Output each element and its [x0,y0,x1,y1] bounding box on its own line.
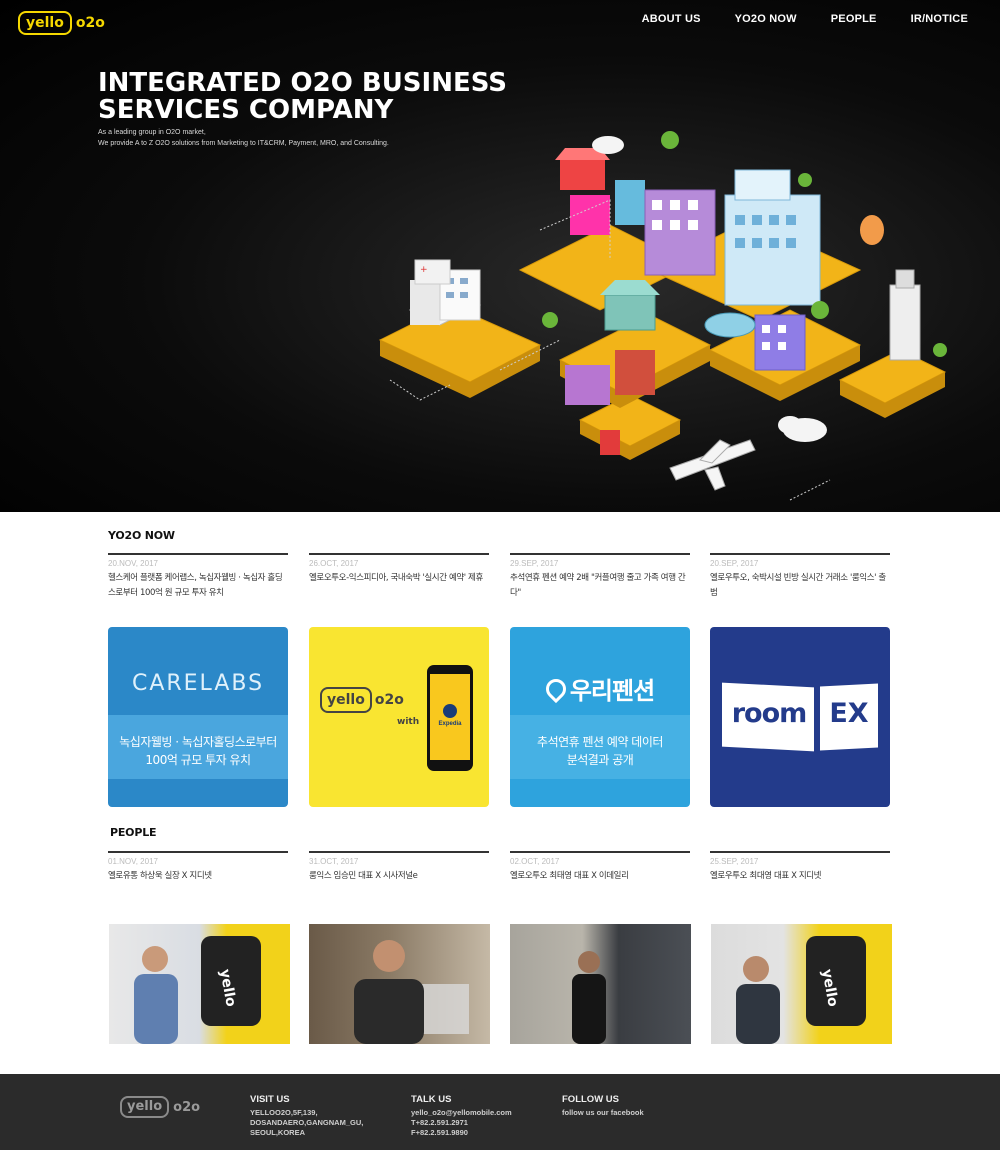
hero-sub-line1: As a leading group in O2O market, [98,129,206,136]
people-item[interactable]: 02.OCT, 2017 옐로오투오 최태영 대표 X 이데일리 [510,851,690,884]
people-photo-2[interactable] [309,924,490,1044]
footer-address-line: SEOUL,KOREA [250,1128,306,1137]
card-logo-suffix: o2o [374,692,404,708]
footer-follow: FOLLOW US follow us our facebook [562,1094,644,1118]
news-card-expedia[interactable]: yello o2o with Expedia [309,627,489,807]
footer-visit: VISIT US YELLOO2O,5F,139, DOSANDAERO,GAN… [250,1094,363,1138]
nav-about-us[interactable]: ABOUT US [642,13,701,25]
people-photo-4[interactable]: yello [711,924,892,1044]
news-date: 20.SEP, 2017 [710,559,759,568]
card-with-text: with [397,717,420,727]
brand-logo[interactable]: yello o2o [18,11,105,35]
footer-facebook-link[interactable]: follow us our facebook [562,1108,644,1118]
people-item[interactable]: 25.SEP, 2017 옐로우투오 최대영 대표 X 지디넷 [710,851,890,884]
hero-section: yello o2o ABOUT US YO2O NOW PEOPLE IR/NO… [0,0,1000,512]
yo2o-now-title: YO2O NOW [108,529,175,542]
roomex-brand-right: EX [829,698,869,729]
phone-mockup: Expedia [427,665,473,771]
people-photo-3[interactable] [510,924,691,1044]
news-headline[interactable]: 옐로오투오-익스피디아, 국내숙박 '실시간 예약' 제휴 [309,571,489,586]
news-headline[interactable]: 추석연휴 펜션 예약 2배 "커플여행 줄고 가족 여행 간다" [510,571,690,601]
people-date: 02.OCT, 2017 [510,857,560,866]
carelabs-caption-line2: 100억 규모 투자 유치 [145,753,251,767]
card-logo-word: yello [320,687,372,713]
hero-title: INTEGRATED O2O BUSINESS SERVICES COMPANY [98,70,507,124]
nav-people[interactable]: PEOPLE [831,13,877,25]
news-rule [108,553,288,555]
expedia-label: Expedia [438,721,462,727]
nav-ir-notice[interactable]: IR/NOTICE [911,13,968,25]
footer-fax: F+82.2.591.9890 [411,1128,468,1137]
photo-person-4: yello [736,936,866,1044]
footer-follow-title: FOLLOW US [562,1094,619,1105]
news-headline[interactable]: 헬스케어 플랫폼 케어랩스, 녹십자웰빙 · 녹십자 홀딩스로부터 100억 원… [108,571,288,601]
news-card-roomex[interactable]: room EX [710,627,890,807]
hero-title-line1: INTEGRATED O2O BUSINESS [98,68,508,98]
uripension-logo: 우리펜션 [510,671,690,706]
people-photo-1[interactable]: yello [109,924,290,1044]
people-rule [108,851,288,853]
svg-text:+: + [420,265,428,275]
people-rule [710,851,890,853]
people-date: 25.SEP, 2017 [710,857,759,866]
footer-visit-title: VISIT US [250,1094,290,1105]
people-title: PEOPLE [110,826,157,839]
news-date: 20.NOV, 2017 [108,559,158,568]
people-headline[interactable]: 옐로유통 하상욱 실장 X 지디넷 [108,869,288,884]
footer-address-line: YELLOO2O,5F,139, [250,1108,318,1117]
carelabs-caption-line1: 녹십자웰빙 · 녹십자홀딩스로부터 [119,735,277,749]
news-card-uripension[interactable]: 우리펜션 추석연휴 펜션 예약 데이터 분석결과 공개 [510,627,690,807]
news-item[interactable]: 26.OCT, 2017 옐로오투오-익스피디아, 국내숙박 '실시간 예약' … [309,553,489,586]
footer-talk-title: TALK US [411,1094,452,1105]
news-card-carelabs[interactable]: CARELABS 녹십자웰빙 · 녹십자홀딩스로부터 100억 규모 투자 유치 [108,627,288,807]
news-item[interactable]: 20.SEP, 2017 옐로우투오, 숙박시설 빈방 실시간 거래소 '룸익스… [710,553,890,601]
hero-subtitle: As a leading group in O2O market, We pro… [98,127,389,149]
news-date: 29.SEP, 2017 [510,559,559,568]
news-item[interactable]: 20.NOV, 2017 헬스케어 플랫폼 케어랩스, 녹십자웰빙 · 녹십자 … [108,553,288,601]
news-date: 26.OCT, 2017 [309,559,359,568]
footer-phone: T+82.2.591.2971 [411,1118,468,1127]
logo-suffix: o2o [75,15,105,31]
news-item[interactable]: 29.SEP, 2017 추석연휴 펜션 예약 2배 "커플여행 줄고 가족 여… [510,553,690,601]
footer-logo[interactable]: yello o2o [120,1096,200,1118]
people-rule [510,851,690,853]
expedia-globe-icon [443,704,457,718]
footer-email[interactable]: yello_o2o@yellomobile.com [411,1108,512,1118]
news-rule [710,553,890,555]
uripension-caption-line1: 추석연휴 펜션 예약 데이터 [537,735,663,749]
uripension-brand: 우리펜션 [569,677,655,705]
footer-talk: TALK US yello_o2o@yellomobile.com T+82.2… [411,1094,512,1138]
uripension-caption-line2: 분석결과 공개 [566,753,634,767]
news-headline[interactable]: 옐로우투오, 숙박시설 빈방 실시간 거래소 '룸익스' 출범 [710,571,890,601]
roomex-brand-left: room [731,698,808,729]
people-rule [309,851,489,853]
people-headline[interactable]: 옐로우투오 최대영 대표 X 지디넷 [710,869,890,884]
people-date: 01.NOV, 2017 [108,857,158,866]
hero-sub-line2: We provide A to Z O2O solutions from Mar… [98,140,389,147]
main-nav: ABOUT US YO2O NOW PEOPLE IR/NOTICE [642,13,968,25]
photo-person-2 [354,940,469,1044]
carelabs-logo: CARELABS [131,671,265,696]
footer-logo-suffix: o2o [173,1099,201,1115]
footer: yello o2o VISIT US YELLOO2O,5F,139, DOSA… [0,1074,1000,1150]
nav-yo2o-now[interactable]: YO2O NOW [735,13,797,25]
people-headline[interactable]: 옐로오투오 최태영 대표 X 이데일리 [510,869,690,884]
logo-word: yello [18,11,72,35]
people-headline[interactable]: 룸익스 임승민 대표 X 시사저널e [309,869,489,884]
people-date: 31.OCT, 2017 [309,857,359,866]
news-rule [309,553,489,555]
people-item[interactable]: 31.OCT, 2017 룸익스 임승민 대표 X 시사저널e [309,851,489,884]
photo-person-1: yello [134,936,261,1044]
photo-person-3 [572,951,606,1044]
card-yello-logo: yello o2o [320,687,404,713]
people-item[interactable]: 01.NOV, 2017 옐로유통 하상욱 실장 X 지디넷 [108,851,288,884]
news-rule [510,553,690,555]
pin-icon [541,674,570,703]
footer-address-line: DOSANDAERO,GANGNAM_GU, [250,1118,364,1127]
phone-screen: Expedia [430,674,470,760]
isometric-city-illustration: + [378,131,947,501]
footer-logo-word: yello [120,1096,170,1118]
